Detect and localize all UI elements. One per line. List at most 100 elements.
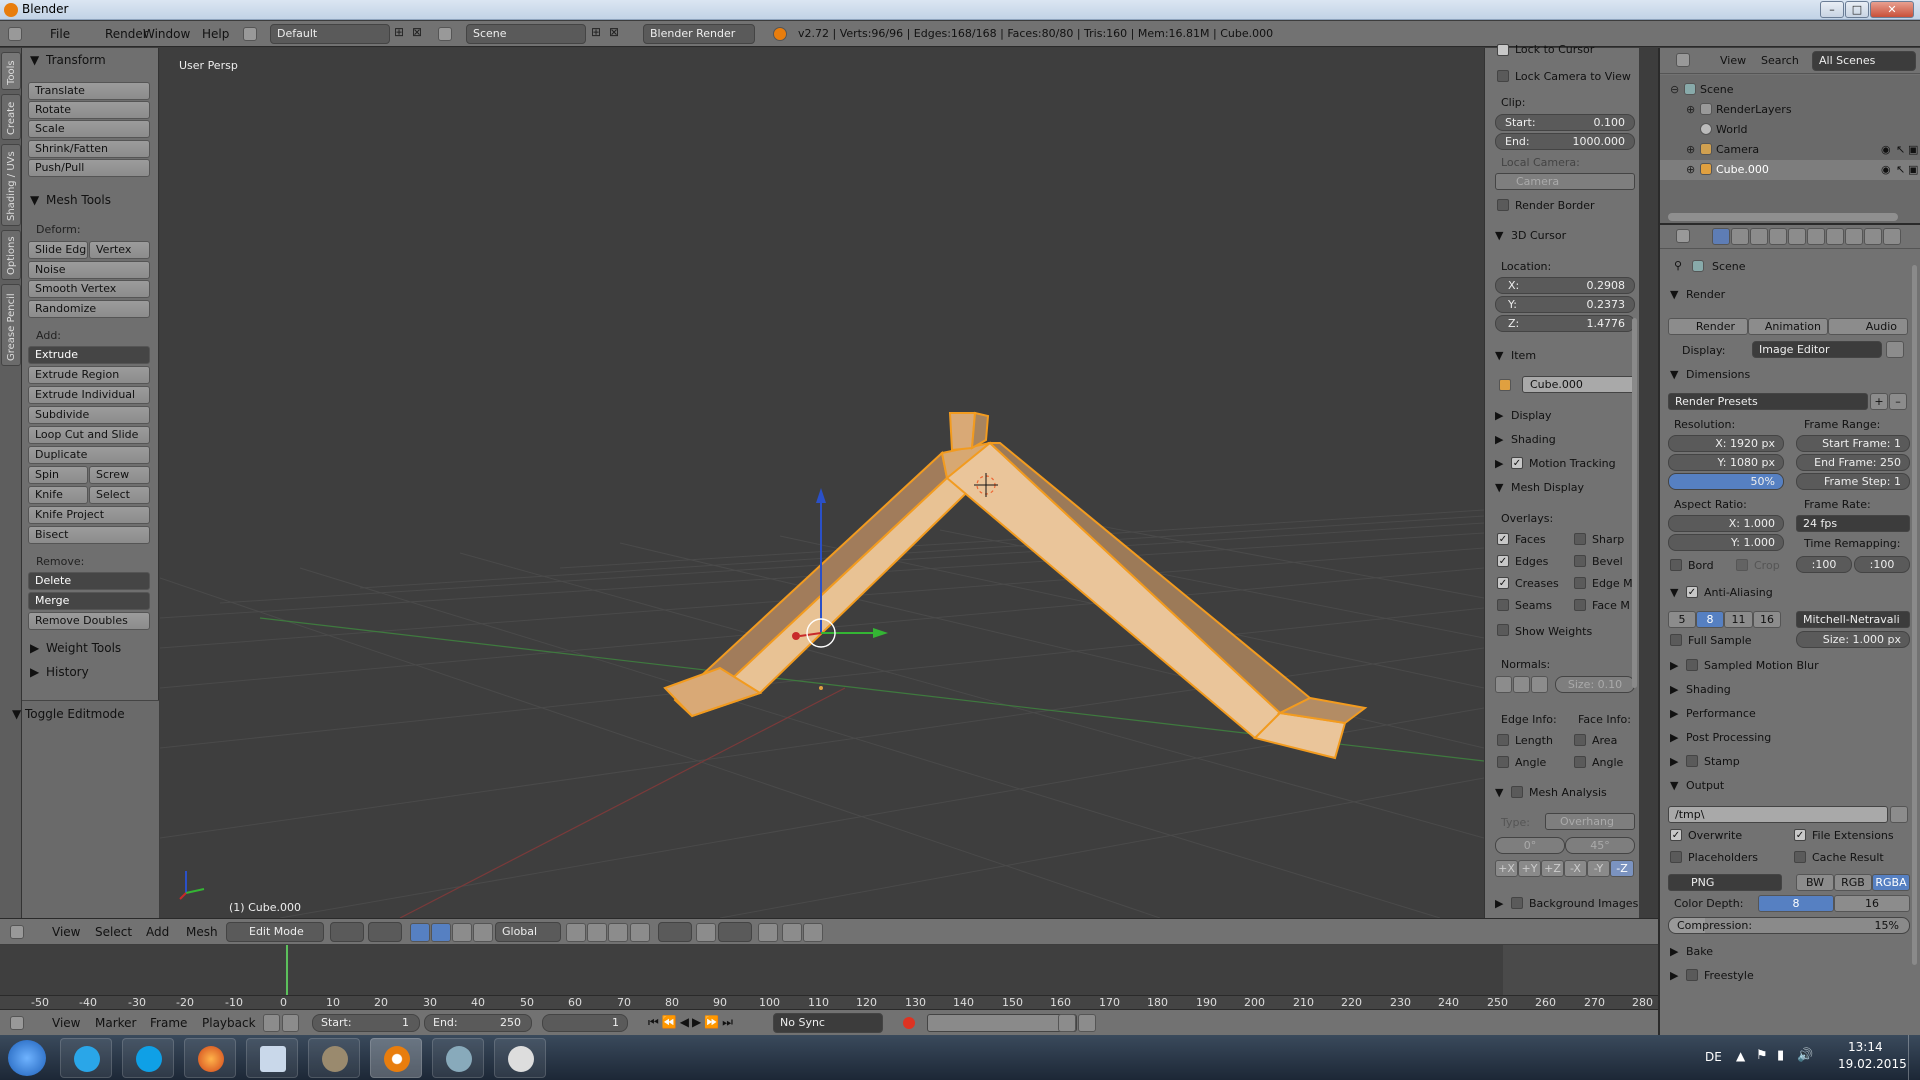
taskbar-explorer[interactable] xyxy=(246,1038,298,1078)
face-select-mode-icon[interactable] xyxy=(608,923,628,942)
cube-select-arrow-icon[interactable]: ↖ xyxy=(1896,163,1905,176)
extrude-region-button[interactable]: Extrude Region xyxy=(28,366,150,384)
object-context-icon[interactable] xyxy=(1788,228,1806,245)
current-frame-indicator[interactable] xyxy=(286,945,288,995)
taskbar-firefox[interactable] xyxy=(184,1038,236,1078)
item-chevron-icon[interactable]: ▼ xyxy=(1495,349,1503,362)
history-chevron-icon[interactable]: ▶ xyxy=(30,665,39,679)
performance-chevron-icon[interactable]: ▶ xyxy=(1670,707,1678,720)
merge-menu[interactable]: Merge xyxy=(28,592,150,610)
resolution-percentage-slider[interactable]: 50% xyxy=(1668,473,1784,490)
data-context-icon[interactable] xyxy=(1845,228,1863,245)
sidebar-scrollbar[interactable] xyxy=(1632,318,1637,688)
compression-slider[interactable]: Compression: 15% xyxy=(1668,917,1910,934)
aa-size-field[interactable]: Size: 1.000 px xyxy=(1796,631,1910,648)
show-desktop-button[interactable] xyxy=(1908,1035,1920,1080)
face-area-checkbox[interactable] xyxy=(1574,734,1586,746)
cursor-x-field[interactable]: X: 0.2908 xyxy=(1495,277,1635,294)
pivot-point-select[interactable] xyxy=(368,922,402,942)
slide-edge-button[interactable]: Slide Edg xyxy=(28,241,88,259)
aa-samples-8[interactable]: 8 xyxy=(1696,611,1724,628)
render-animation-icon[interactable] xyxy=(782,923,802,942)
maximize-button[interactable]: □ xyxy=(1845,1,1869,18)
bake-header[interactable]: Bake xyxy=(1686,945,1713,958)
cube-expand-icon[interactable]: ⊕ xyxy=(1686,163,1695,176)
menu-render[interactable]: Render xyxy=(105,27,148,41)
camera-visibility-eye-icon[interactable]: ◉ xyxy=(1881,143,1891,156)
tab-shading-uvs[interactable]: Shading / UVs xyxy=(1,144,21,226)
constraints-context-icon[interactable] xyxy=(1807,228,1825,245)
network-signal-icon[interactable]: ▮ xyxy=(1777,1048,1784,1063)
axis-minus-y-button[interactable]: -Y xyxy=(1587,860,1610,877)
aa-samples-16[interactable]: 16 xyxy=(1753,611,1781,628)
volume-icon[interactable]: 🔊 xyxy=(1797,1048,1813,1063)
scene-context-icon[interactable] xyxy=(1750,228,1768,245)
knife-button[interactable]: Knife xyxy=(28,486,88,504)
mesh-tools-chevron-icon[interactable]: ▼ xyxy=(30,193,39,207)
properties-editor-type-icon[interactable] xyxy=(1676,229,1690,243)
toggle-editmode-chevron-icon[interactable]: ▼ xyxy=(12,707,21,721)
cursor-z-field[interactable]: Z: 1.4776 xyxy=(1495,315,1635,332)
start-frame-field[interactable]: Start Frame: 1 xyxy=(1796,435,1910,452)
menu-help[interactable]: Help xyxy=(202,27,229,41)
face-marks-checkbox[interactable] xyxy=(1574,599,1586,611)
time-remap-old-field[interactable]: :100 xyxy=(1796,556,1852,573)
add-preset-button[interactable]: + xyxy=(1870,393,1888,410)
display-select[interactable]: Image Editor xyxy=(1752,341,1882,358)
shading-header[interactable]: Shading xyxy=(1686,683,1731,696)
color-rgba-button[interactable]: RGBA xyxy=(1872,874,1910,891)
timeline-view-menu[interactable]: View xyxy=(52,1016,80,1030)
cache-result-checkbox[interactable] xyxy=(1794,851,1806,863)
remove-preset-button[interactable]: – xyxy=(1889,393,1907,410)
render-button[interactable]: Render xyxy=(1668,318,1748,335)
taskbar-gimp[interactable] xyxy=(308,1038,360,1078)
remove-scene-icon[interactable]: ⊠ xyxy=(609,25,619,39)
modifiers-context-icon[interactable] xyxy=(1826,228,1844,245)
background-images-checkbox[interactable] xyxy=(1511,897,1523,909)
aa-filter-select[interactable]: Mitchell-Netravali xyxy=(1796,611,1910,628)
mesh-display-header[interactable]: Mesh Display xyxy=(1511,481,1584,494)
cube-visibility-eye-icon[interactable]: ◉ xyxy=(1881,163,1891,176)
face-normals-icon[interactable] xyxy=(1531,676,1548,693)
render-icon[interactable] xyxy=(803,923,823,942)
mesh-display-chevron-icon[interactable]: ▼ xyxy=(1495,481,1503,494)
time-remap-new-field[interactable]: :100 xyxy=(1854,556,1910,573)
shading-header[interactable]: Shading xyxy=(1511,433,1556,446)
resolution-x-field[interactable]: X: 1920 px xyxy=(1668,435,1784,452)
dimensions-header[interactable]: Dimensions xyxy=(1686,368,1750,381)
tab-create[interactable]: Create xyxy=(1,94,21,140)
mesh-analysis-header[interactable]: Mesh Analysis xyxy=(1529,786,1607,799)
translate-manipulator-icon[interactable] xyxy=(431,923,451,942)
delete-keyframe-icon[interactable] xyxy=(1078,1014,1096,1032)
show-hidden-icons-icon[interactable]: ▲ xyxy=(1736,1049,1745,1063)
occlude-geometry-icon[interactable] xyxy=(630,923,650,942)
sync-mode-select[interactable]: No Sync xyxy=(773,1013,883,1033)
split-normals-icon[interactable] xyxy=(1513,676,1530,693)
knife-project-button[interactable]: Knife Project xyxy=(28,506,150,524)
outliner-view-menu[interactable]: View xyxy=(1720,54,1746,67)
toggle-editmode-header[interactable]: Toggle Editmode xyxy=(25,707,125,721)
placeholders-checkbox[interactable] xyxy=(1670,851,1682,863)
post-processing-chevron-icon[interactable]: ▶ xyxy=(1670,731,1678,744)
cursor-y-field[interactable]: Y: 0.2373 xyxy=(1495,296,1635,313)
playback-menu[interactable]: Playback xyxy=(202,1016,256,1030)
camera-render-icon[interactable]: ▣ xyxy=(1908,143,1918,156)
edge-angle-checkbox[interactable] xyxy=(1497,756,1509,768)
clock-date[interactable]: 19.02.2015 xyxy=(1838,1057,1907,1071)
render-layers-context-icon[interactable] xyxy=(1731,228,1749,245)
extrude-menu[interactable]: Extrude xyxy=(28,346,150,364)
material-context-icon[interactable] xyxy=(1864,228,1882,245)
file-format-select[interactable]: PNG xyxy=(1668,874,1782,891)
add-menu[interactable]: Add xyxy=(146,925,169,939)
border-checkbox[interactable] xyxy=(1670,559,1682,571)
snap-element-select[interactable] xyxy=(718,922,752,942)
color-depth-8-button[interactable]: 8 xyxy=(1758,895,1834,912)
stamp-header[interactable]: Stamp xyxy=(1704,755,1740,768)
shading-chevron-icon[interactable]: ▶ xyxy=(1495,433,1503,446)
seams-checkbox[interactable] xyxy=(1497,599,1509,611)
anti-aliasing-chevron-icon[interactable]: ▼ xyxy=(1670,586,1678,599)
overhang-min-field[interactable]: 0° xyxy=(1495,837,1565,854)
output-header[interactable]: Output xyxy=(1686,779,1724,792)
scene-icon[interactable] xyxy=(438,27,452,41)
bevel-checkbox[interactable] xyxy=(1574,555,1586,567)
